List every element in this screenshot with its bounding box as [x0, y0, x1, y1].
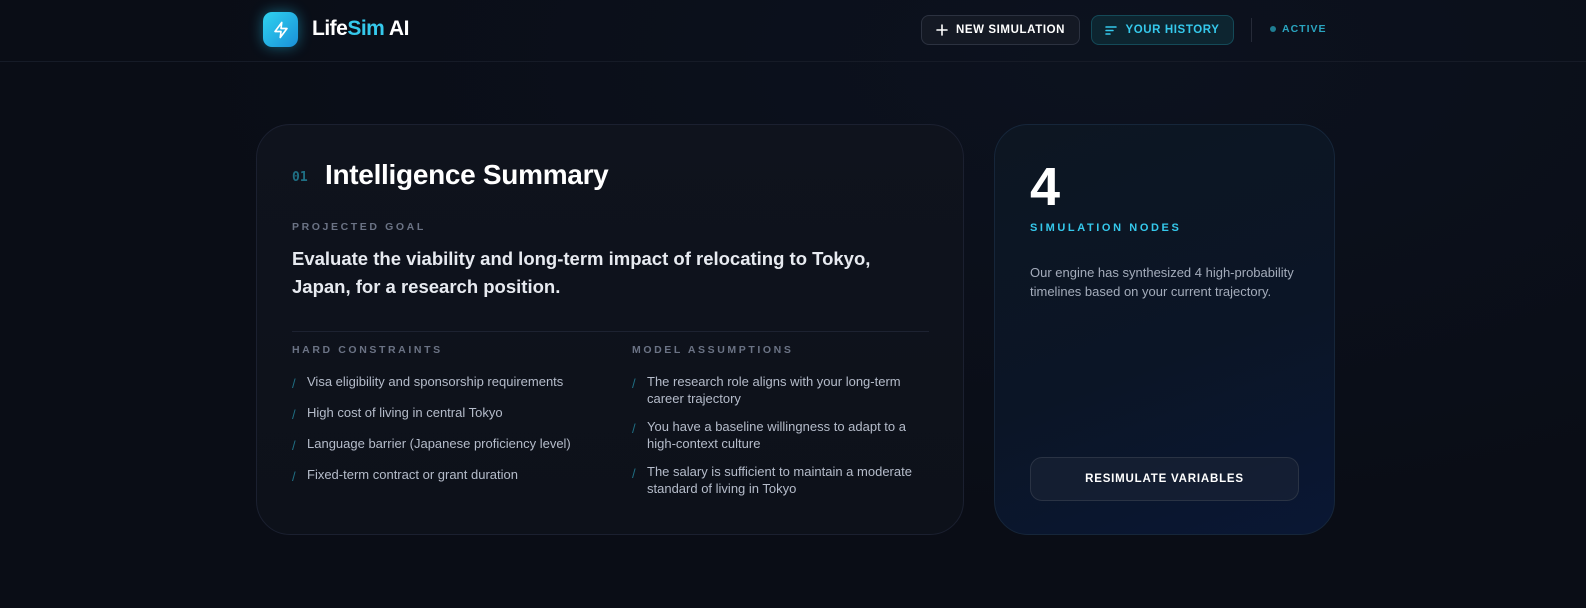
- simulation-nodes-label: SIMULATION NODES: [1030, 222, 1182, 234]
- header-divider: [1251, 18, 1252, 42]
- logo-badge[interactable]: [263, 12, 298, 47]
- summary-divider: [292, 331, 929, 332]
- slash-bullet-icon: /: [292, 438, 296, 453]
- model-assumptions-label: MODEL ASSUMPTIONS: [632, 344, 794, 356]
- list-icon: [1105, 25, 1118, 35]
- simulation-nodes-description: Our engine has synthesized 4 high-probab…: [1030, 265, 1294, 299]
- projected-goal-label: PROJECTED GOAL: [292, 221, 426, 233]
- top-header: LifeSim AI NEW SIMULATION YOUR HISTORY A…: [0, 0, 1586, 62]
- list-item: / High cost of living in central Tokyo: [292, 405, 503, 422]
- new-simulation-button[interactable]: NEW SIMULATION: [921, 15, 1080, 45]
- slash-bullet-icon: /: [632, 421, 636, 436]
- hard-constraints-list: / Visa eligibility and sponsorship requir…: [292, 373, 612, 497]
- slash-bullet-icon: /: [632, 376, 636, 391]
- lightning-bolt-icon: [273, 21, 288, 38]
- your-history-label: YOUR HISTORY: [1125, 24, 1220, 36]
- app-logo-text[interactable]: LifeSim AI: [312, 17, 409, 41]
- slash-bullet-icon: /: [292, 376, 296, 391]
- status-label: ACTIVE: [1282, 23, 1327, 35]
- model-assumptions-list: / The research role aligns with your long…: [632, 373, 922, 508]
- new-simulation-label: NEW SIMULATION: [955, 24, 1066, 36]
- section-number: 01: [292, 170, 308, 185]
- hard-constraints-label: HARD CONSTRAINTS: [292, 344, 443, 356]
- status-indicator: ACTIVE: [1270, 23, 1327, 35]
- section-title: Intelligence Summary: [325, 159, 609, 190]
- your-history-button[interactable]: YOUR HISTORY: [1091, 15, 1234, 45]
- slash-bullet-icon: /: [632, 466, 636, 481]
- intelligence-summary-card: 01 Intelligence Summary PROJECTED GOAL E…: [256, 124, 964, 535]
- list-item: / Visa eligibility and sponsorship requir…: [292, 374, 564, 391]
- list-item: / Language barrier (Japanese proficiency …: [292, 436, 571, 453]
- list-item: / The research role aligns with your long…: [632, 374, 901, 406]
- simulation-nodes-card: 4 SIMULATION NODES Our engine has synthe…: [994, 124, 1335, 535]
- logo-word-ai: AI: [384, 17, 410, 40]
- logo-word-life: Life: [312, 17, 348, 40]
- list-item: / Fixed-term contract or grant duration: [292, 467, 518, 484]
- simulation-node-count: 4: [1030, 157, 1061, 217]
- list-item: / The salary is sufficient to maintain a …: [632, 464, 912, 496]
- logo-word-sim: Sim: [347, 17, 385, 40]
- slash-bullet-icon: /: [292, 407, 296, 422]
- projected-goal-text: Evaluate the viability and long-term imp…: [292, 248, 871, 297]
- resimulate-variables-button[interactable]: RESIMULATE VARIABLES: [1030, 457, 1299, 501]
- plus-icon: [936, 24, 948, 36]
- list-item: / You have a baseline willingness to adap…: [632, 419, 906, 451]
- slash-bullet-icon: /: [292, 469, 296, 484]
- status-dot-icon: [1270, 26, 1276, 32]
